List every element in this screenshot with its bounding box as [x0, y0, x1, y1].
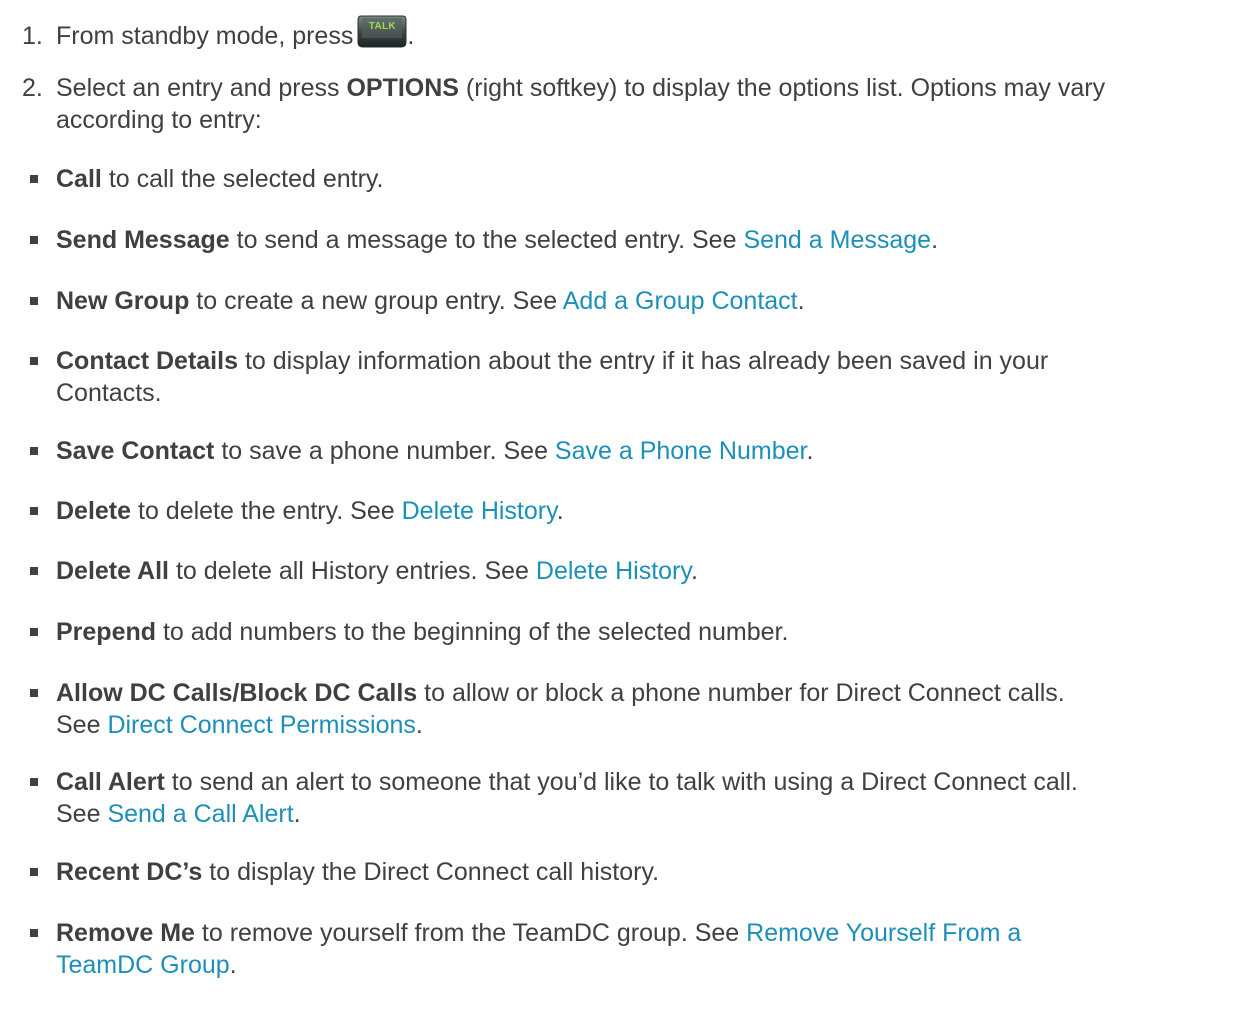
delete-history-link[interactable]: Delete History [402, 497, 557, 525]
option-description: to delete all History entries. See [175, 557, 529, 585]
bullet-icon [30, 236, 38, 244]
option-description: to send a message to the selected entry.… [236, 226, 737, 254]
option-name: Delete [56, 497, 132, 525]
punctuation: . [691, 557, 698, 585]
step-2-continuation: according to entry: [56, 106, 262, 134]
bullet-icon [30, 567, 38, 575]
bullet-icon [30, 778, 38, 786]
punctuation: . [293, 800, 301, 828]
step-2: 2. Select an entry and press OPTIONS (rig… [22, 73, 1105, 103]
option-name: Call [56, 165, 102, 193]
option-name: Save Contact [56, 437, 215, 465]
option-description-continuation: See [56, 711, 101, 739]
option-description: to create a new group entry. See [196, 287, 558, 315]
option-description: to remove yourself from the TeamDC group… [201, 919, 740, 947]
bullet-icon [30, 507, 38, 515]
step-text-pre: Select an entry and press [56, 74, 340, 102]
bullet-icon [30, 868, 38, 876]
punctuation: . [806, 437, 814, 465]
document-page: 1. From standby mode, press TALK. 2. Select… [0, 0, 1237, 1015]
option-name: Contact Details [56, 347, 238, 375]
option-description: to add numbers to the beginning of the s… [162, 618, 789, 646]
bullet-icon [30, 929, 38, 937]
punctuation: . [797, 287, 805, 315]
punctuation: . [229, 951, 237, 979]
talk-key-label: TALK [368, 21, 396, 32]
step-punctuation: . [407, 22, 415, 50]
step-text-post: (right softkey) to display the options l… [465, 74, 1106, 102]
save-a-phone-number-link[interactable]: Save a Phone Number [555, 437, 807, 465]
send-a-call-alert-link[interactable]: Send a Call Alert [107, 800, 293, 828]
remove-yourself-link[interactable]: Remove Yourself From a [746, 919, 1021, 947]
remove-yourself-link-continuation[interactable]: TeamDC Group [56, 951, 230, 979]
option-name: Delete All [56, 557, 170, 585]
option-name: Allow DC Calls/Block DC Calls [56, 679, 418, 707]
option-name: Recent DC’s [56, 858, 203, 886]
option-name: Call Alert [56, 768, 165, 796]
option-description: to allow or block a phone number for Dir… [424, 679, 1065, 707]
bullet-icon [30, 689, 38, 697]
step-text: From standby mode, press [56, 22, 354, 50]
option-description: to delete the entry. See [138, 497, 395, 525]
option-name: New Group [56, 287, 190, 315]
bullet-icon [30, 297, 38, 305]
option-description: to save a phone number. See [221, 437, 548, 465]
step-number: 2. [22, 74, 43, 102]
step-1: 1. From standby mode, press TALK. [22, 14, 414, 51]
direct-connect-permissions-link[interactable]: Direct Connect Permissions [107, 711, 415, 739]
step-number: 1. [22, 22, 43, 50]
send-a-message-link[interactable]: Send a Message [743, 226, 931, 254]
option-description: to display the Direct Connect call histo… [209, 858, 660, 886]
add-a-group-contact-link[interactable]: Add a Group Contact [563, 287, 798, 315]
option-name: Remove Me [56, 919, 195, 947]
punctuation: . [556, 497, 564, 525]
bullet-icon [30, 447, 38, 455]
option-name: Send Message [56, 226, 230, 254]
bullet-icon [30, 628, 38, 636]
delete-history-link[interactable]: Delete History [536, 557, 691, 585]
talk-key-icon: TALK [357, 14, 407, 48]
punctuation: . [931, 226, 939, 254]
option-description: to call the selected entry. [108, 165, 384, 193]
bullet-icon [30, 357, 38, 365]
option-description: to send an alert to someone that you’d l… [171, 768, 1078, 796]
option-description-continuation: See [56, 800, 101, 828]
option-name: Prepend [56, 618, 157, 646]
bullet-icon [30, 175, 38, 183]
options-softkey-label: OPTIONS [346, 74, 459, 102]
option-description-continuation: Contacts. [56, 379, 162, 407]
punctuation: . [415, 711, 423, 739]
option-description: to display information about the entry i… [244, 347, 1049, 375]
